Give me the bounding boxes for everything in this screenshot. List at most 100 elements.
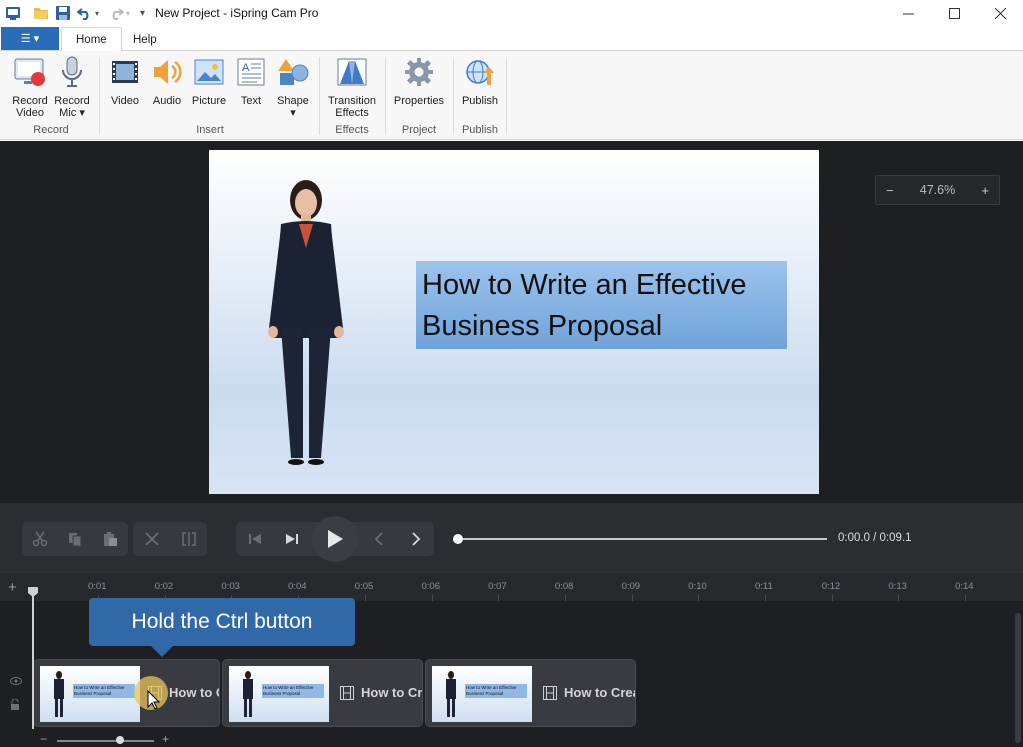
zoom-out-button[interactable]: − (886, 183, 894, 198)
record-mic-button[interactable]: Record Mic ▾ (52, 55, 92, 119)
transition-effects-label: Transition Effects (328, 95, 376, 119)
save-icon[interactable] (54, 4, 72, 22)
insert-audio-button[interactable]: Audio (148, 55, 186, 107)
cut-button[interactable] (22, 522, 57, 556)
insert-text-button[interactable]: A Text (232, 55, 270, 107)
timeline-tick-mark (965, 595, 967, 601)
timeline-tick-mark (364, 595, 366, 601)
group-label-publish: Publish (461, 124, 499, 136)
text-icon: A (235, 55, 267, 89)
timeline-tick-label: 0:08 (554, 581, 574, 592)
skip-start-icon (248, 534, 261, 544)
player-toolbar: 0:00.0 / 0:09.1 (0, 503, 1023, 573)
timeline-tick-mark (765, 595, 766, 601)
presenter-figure (268, 180, 344, 465)
app-icon[interactable] (4, 4, 22, 22)
undo-dropdown-icon[interactable]: ▾ (95, 9, 99, 18)
zoom-in-button[interactable]: + (981, 183, 989, 198)
scissors-icon (32, 531, 47, 547)
open-folder-icon[interactable] (32, 4, 50, 22)
insert-shape-button[interactable]: Shape ▾ (273, 55, 313, 119)
add-track-button[interactable]: + (8, 579, 17, 596)
hint-tooltip: Hold the Ctrl button (89, 598, 355, 646)
edit-tools-group (22, 522, 128, 556)
timeline-zoom-track[interactable] (57, 740, 154, 742)
delete-tools-group (133, 522, 207, 556)
clip-thumbnail: How to Write an Effective Business Propo… (229, 666, 329, 722)
timeline-zoom-out-button[interactable]: − (40, 732, 47, 746)
group-label-effects: Effects (335, 124, 369, 136)
go-to-end-button[interactable] (273, 522, 310, 556)
redo-icon[interactable] (107, 4, 125, 22)
playhead[interactable] (32, 589, 34, 729)
play-icon (328, 530, 343, 548)
timeline-tick-label: 0:05 (354, 581, 374, 592)
paste-icon (104, 532, 118, 546)
timeline-tick-label: 0:04 (288, 581, 307, 592)
timeline-clip[interactable]: How to Write an Effective Business Propo… (222, 659, 423, 727)
time-readout: 0:00.0 / 0:09.1 (838, 532, 912, 544)
group-separator (319, 57, 320, 135)
timeline-scrollbar[interactable] (1015, 613, 1021, 743)
group-separator (506, 57, 507, 135)
timeline-zoom-handle[interactable] (116, 736, 124, 744)
minimize-button[interactable] (885, 0, 931, 26)
close-button[interactable] (977, 0, 1023, 26)
preview-stage: How to Write an Effective Business Propo… (0, 141, 1023, 503)
transition-icon (336, 55, 368, 89)
film-icon (340, 685, 354, 700)
timeline-clip[interactable]: How to Write an Effective Business Propo… (425, 659, 636, 727)
copy-button[interactable] (57, 522, 92, 556)
insert-picture-button[interactable]: Picture (189, 55, 229, 107)
timeline-tick-mark (631, 595, 633, 601)
customize-toolbar-icon[interactable]: ▾ (140, 8, 145, 19)
play-button[interactable] (312, 516, 358, 562)
window-title: New Project - iSpring Cam Pro (155, 6, 319, 20)
record-video-label: Record Video (12, 95, 48, 119)
timeline-tick-mark (564, 595, 566, 601)
timeline-tick-mark (698, 595, 700, 601)
insert-audio-label: Audio (152, 95, 182, 107)
publish-button[interactable]: Publish (457, 55, 503, 107)
timeline-tick-label: 0:11 (755, 581, 773, 592)
timeline-tick-mark (831, 595, 833, 601)
skip-end-icon (285, 534, 298, 544)
delete-button[interactable] (133, 522, 170, 556)
slide-preview[interactable]: How to Write an Effective Business Propo… (209, 150, 819, 494)
split-button[interactable] (170, 522, 207, 556)
tab-home[interactable]: Home (61, 27, 122, 52)
timeline-tick-label: 0:01 (88, 581, 107, 592)
record-video-icon (14, 55, 46, 89)
clip-thumbnail: How to Write an Effective Business Propo… (40, 666, 140, 722)
timeline-clip[interactable]: How to Write an Effective Business Propo… (33, 659, 220, 727)
paste-button[interactable] (93, 522, 128, 556)
zoom-control: − 47.6% + (875, 175, 1000, 205)
group-label-project: Project (401, 124, 437, 136)
previous-button[interactable] (360, 522, 397, 556)
record-video-button[interactable]: Record Video (8, 55, 52, 119)
timeline-tick-label: 0:12 (821, 581, 841, 592)
transition-effects-button[interactable]: Transition Effects (322, 55, 382, 119)
properties-button[interactable]: Properties (390, 55, 448, 107)
ribbon-tab-bar: ☰ ▾ Home Help (0, 26, 1023, 52)
publish-label: Publish (461, 95, 499, 107)
clip-thumbnail-title: How to Write an Effective Business Propo… (465, 684, 527, 698)
redo-dropdown-icon[interactable]: ▾ (126, 9, 130, 18)
maximize-button[interactable] (931, 0, 977, 26)
timeline-zoom-in-button[interactable]: + (162, 732, 169, 746)
eye-icon[interactable] (10, 676, 22, 688)
seek-handle[interactable] (453, 534, 463, 544)
tab-help[interactable]: Help (119, 27, 171, 52)
clip-thumbnail: How to Write an Effective Business Propo… (432, 666, 532, 722)
slide-title: How to Write an Effective Business Propo… (416, 261, 787, 349)
film-icon (109, 55, 141, 89)
lock-icon[interactable] (10, 698, 20, 714)
seek-bar[interactable] (458, 538, 827, 540)
file-menu-button[interactable]: ☰ ▾ (1, 27, 59, 50)
globe-upload-icon (464, 55, 496, 89)
timeline-ruler[interactable]: + 0:01 0:02 0:03 0:04 0:05 0:06 0:07 0:08 0:09 0:… (0, 573, 1023, 601)
next-button[interactable] (397, 522, 434, 556)
insert-video-button[interactable]: Video (106, 55, 144, 107)
go-to-start-button[interactable] (236, 522, 273, 556)
undo-icon[interactable] (76, 4, 94, 22)
